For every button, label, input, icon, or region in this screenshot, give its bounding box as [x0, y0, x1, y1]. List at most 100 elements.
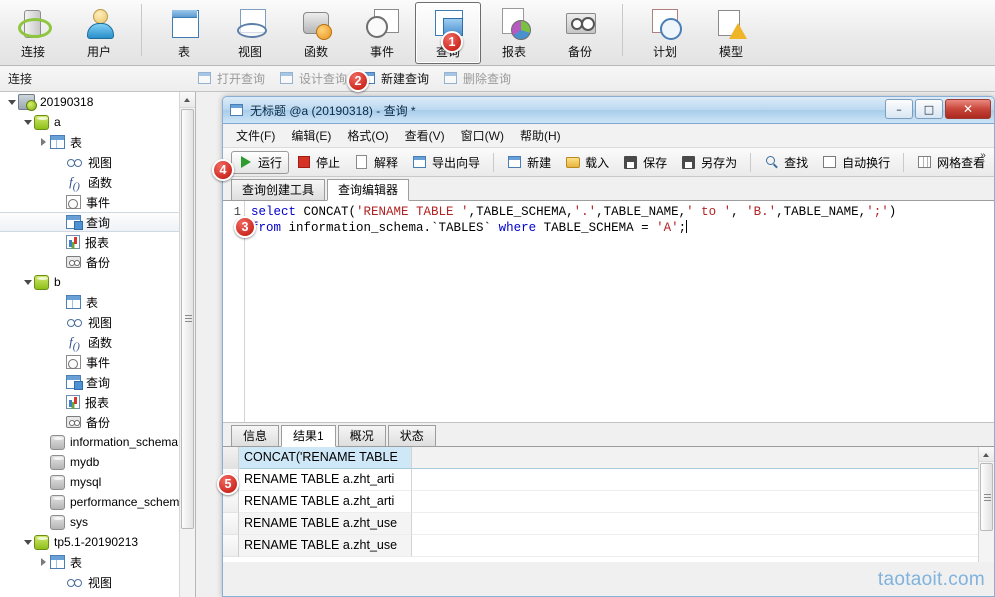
tree-twisty[interactable]: [36, 552, 50, 572]
grid-row-selector[interactable]: [223, 447, 239, 469]
sql-editor[interactable]: 12 select CONCAT('RENAME TABLE ',TABLE_S…: [223, 201, 994, 423]
results-scroll-up-button[interactable]: [979, 447, 994, 462]
grid-cell[interactable]: RENAME TABLE a.zht_use: [239, 535, 412, 557]
tree-item-备份[interactable]: 备份: [0, 412, 195, 432]
results-tab-状态[interactable]: 状态: [387, 425, 436, 446]
toolbar-button-查找[interactable]: 查找: [757, 151, 815, 174]
tree-item-事件[interactable]: 事件: [0, 192, 195, 212]
table-icon: [50, 135, 65, 149]
query-window-title: 无标题 @a (20190318) - 查询 *: [250, 103, 416, 118]
close-button[interactable]: ✕: [945, 99, 991, 119]
grid-view-icon: [917, 155, 933, 170]
tree-item-mysql[interactable]: mysql: [0, 472, 195, 492]
grid-row[interactable]: RENAME TABLE a.zht_arti: [223, 469, 994, 491]
tree-scroll-thumb[interactable]: [181, 109, 194, 529]
toolbar-button-停止[interactable]: 停止: [289, 151, 347, 174]
menu-查看(V)[interactable]: 查看(V): [398, 125, 452, 146]
minimize-button[interactable]: –: [885, 99, 913, 119]
tree-item-tp5.1-20190213[interactable]: tp5.1-20190213: [0, 532, 195, 552]
tree-scrollbar[interactable]: [179, 92, 195, 597]
tree-item-20190318[interactable]: 20190318: [0, 92, 195, 112]
tree-item-mydb[interactable]: mydb: [0, 452, 195, 472]
step-badge-4: 4: [212, 159, 234, 181]
view-icon: [66, 574, 83, 590]
toolbar-button-解释[interactable]: 解释: [347, 151, 405, 174]
tree-item-a[interactable]: a: [0, 112, 195, 132]
table-icon: [166, 7, 202, 41]
toolbar-separator: [750, 152, 752, 172]
tree-item-视图[interactable]: 视图: [0, 152, 195, 172]
query-window: 无标题 @a (20190318) - 查询 * – □ ✕ 文件(F) 编辑(E…: [222, 96, 995, 597]
tree-item-表[interactable]: 表: [0, 132, 195, 152]
ribbon-item-model[interactable]: 模型: [698, 2, 764, 64]
ribbon-item-schedule[interactable]: 计划: [632, 2, 698, 64]
tree-twisty[interactable]: [20, 532, 34, 552]
menu-帮助(H)[interactable]: 帮助(H): [513, 125, 568, 146]
tree-item-报表[interactable]: 报表: [0, 392, 195, 412]
grid-cell[interactable]: RENAME TABLE a.zht_arti: [239, 491, 412, 513]
toolbar-button-保存[interactable]: 保存: [616, 151, 674, 174]
toolbar-button-自动换行[interactable]: 自动换行: [815, 151, 897, 174]
ribbon-separator: [622, 4, 623, 56]
tree-item-报表[interactable]: 报表: [0, 232, 195, 252]
subbar-item-label: 新建查询: [381, 72, 430, 86]
tree-item-查询[interactable]: 查询: [0, 212, 195, 232]
tree-item-查询[interactable]: 查询: [0, 372, 195, 392]
results-tab-概况[interactable]: 概况: [337, 425, 386, 446]
maximize-button[interactable]: □: [915, 99, 943, 119]
sql-code[interactable]: select CONCAT('RENAME TABLE ',TABLE_SCHE…: [245, 201, 994, 422]
toolbar-button-新建[interactable]: 新建: [500, 151, 558, 174]
grid-column-header[interactable]: CONCAT('RENAME TABLE: [239, 447, 412, 469]
editor-tab-查询创建工具[interactable]: 查询创建工具: [231, 179, 326, 200]
tree-item-performance_schem[interactable]: performance_schem: [0, 492, 195, 512]
ribbon-item-backup[interactable]: 备份: [547, 2, 613, 64]
tree-twisty[interactable]: [36, 132, 50, 152]
toolbar-button-载入[interactable]: 载入: [558, 151, 616, 174]
tree-item-information_schema[interactable]: information_schema: [0, 432, 195, 452]
tree-twisty[interactable]: [20, 272, 34, 292]
step-badge-5: 5: [217, 473, 239, 495]
ribbon-item-user[interactable]: 用户: [66, 2, 132, 64]
tree-item-表[interactable]: 表: [0, 552, 195, 572]
menu-文件(F)[interactable]: 文件(F): [229, 125, 282, 146]
tree-scroll-up-button[interactable]: [180, 92, 195, 108]
query-toolbar: 运行 停止 解释 导出向导 新建 载入 保存 另存为 查找 自动换行 网格查看 »: [223, 148, 994, 177]
ribbon-item-report[interactable]: 报表: [481, 2, 547, 64]
menu-窗口(W)[interactable]: 窗口(W): [454, 125, 511, 146]
ribbon-item-view[interactable]: 视图: [217, 2, 283, 64]
menu-格式(O)[interactable]: 格式(O): [340, 125, 395, 146]
tree-item-b[interactable]: b: [0, 272, 195, 292]
results-tab-信息[interactable]: 信息: [231, 425, 280, 446]
tree-item-事件[interactable]: 事件: [0, 352, 195, 372]
grid-row-selector[interactable]: [223, 513, 239, 535]
tree-item-函数[interactable]: f() 函数: [0, 332, 195, 353]
results-scrollbar[interactable]: [978, 447, 994, 562]
toolbar-button-另存为[interactable]: 另存为: [674, 151, 744, 174]
tree-item-函数[interactable]: f() 函数: [0, 172, 195, 193]
ribbon-item-table[interactable]: 表: [151, 2, 217, 64]
tree-item-sys[interactable]: sys: [0, 512, 195, 532]
results-scroll-thumb[interactable]: [980, 463, 993, 531]
tree-item-表[interactable]: 表: [0, 292, 195, 312]
toolbar-button-导出向导[interactable]: 导出向导: [405, 151, 487, 174]
grid-row-selector[interactable]: [223, 535, 239, 557]
tree-item-视图[interactable]: 视图: [0, 572, 195, 592]
grid-row[interactable]: RENAME TABLE a.zht_arti: [223, 491, 994, 513]
menu-编辑(E)[interactable]: 编辑(E): [284, 125, 338, 146]
editor-tab-查询编辑器[interactable]: 查询编辑器: [327, 179, 410, 201]
tree-item-视图[interactable]: 视图: [0, 312, 195, 332]
ribbon-item-function[interactable]: 函数: [283, 2, 349, 64]
ribbon-item-connection[interactable]: 连接: [0, 2, 66, 64]
tree-item-备份[interactable]: 备份: [0, 252, 195, 272]
tree-twisty[interactable]: [4, 92, 18, 112]
tree-twisty[interactable]: [20, 112, 34, 132]
grid-cell[interactable]: RENAME TABLE a.zht_arti: [239, 469, 412, 491]
toolbar-overflow-button[interactable]: »: [976, 150, 990, 162]
toolbar-button-运行[interactable]: 运行: [231, 150, 290, 174]
ribbon-item-event[interactable]: 事件: [349, 2, 415, 64]
results-tab-结果1[interactable]: 结果1: [281, 425, 336, 447]
grid-cell[interactable]: RENAME TABLE a.zht_use: [239, 513, 412, 535]
grid-row[interactable]: RENAME TABLE a.zht_use: [223, 513, 994, 535]
grid-row[interactable]: RENAME TABLE a.zht_use: [223, 535, 994, 557]
